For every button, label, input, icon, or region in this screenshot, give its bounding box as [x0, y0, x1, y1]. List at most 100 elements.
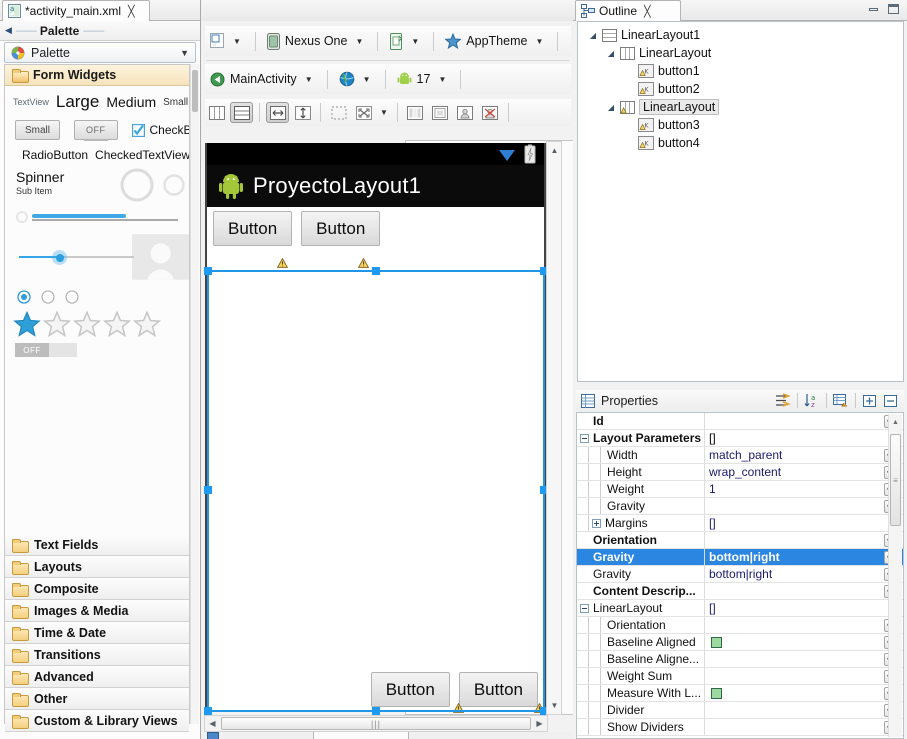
- property-value-cell[interactable]: [705, 685, 884, 701]
- imageview-icon[interactable]: [131, 232, 189, 282]
- palette-category-images-media[interactable]: Images & Media: [5, 600, 189, 622]
- twisty-expanded-icon[interactable]: ◢: [606, 103, 616, 112]
- property-row[interactable]: Show Dividers•••: [577, 719, 903, 736]
- h-scrollbar-thumb[interactable]: |||: [221, 717, 531, 730]
- widget-textview[interactable]: TextView: [13, 97, 49, 107]
- property-value-cell[interactable]: [705, 498, 884, 514]
- twisty-expanded-icon[interactable]: ◢: [588, 31, 598, 40]
- property-value-cell[interactable]: []: [705, 600, 884, 616]
- device-button-1[interactable]: Button: [213, 211, 293, 246]
- widget-spinner-label[interactable]: Spinner: [16, 170, 64, 185]
- default-properties-icon[interactable]: [833, 393, 849, 408]
- collapse-all-icon[interactable]: [883, 394, 898, 408]
- expander-minus-icon[interactable]: [580, 433, 589, 443]
- property-value-cell[interactable]: bottom|right: [705, 566, 884, 582]
- show-included-button[interactable]: [404, 102, 427, 123]
- chevron-down-icon[interactable]: ▼: [230, 37, 244, 46]
- property-checkbox[interactable]: [711, 687, 722, 699]
- chevron-down-icon[interactable]: ▼: [532, 37, 546, 46]
- toggle-columns-button[interactable]: [205, 102, 228, 123]
- checkbox-checked-icon[interactable]: [131, 123, 145, 137]
- property-row[interactable]: Baseline Aligne...•••: [577, 651, 903, 668]
- widget-small-text[interactable]: Small: [163, 97, 188, 108]
- property-row[interactable]: Content Descrip...•••: [577, 583, 903, 600]
- progressbar-horizontal-icon[interactable]: [32, 213, 178, 221]
- device-button-2[interactable]: Button: [301, 211, 381, 246]
- theme-selector[interactable]: AppTheme ▼: [440, 30, 551, 53]
- properties-scrollbar[interactable]: ▲ ≡: [888, 414, 902, 737]
- selection-handle-bottom-center[interactable]: [372, 707, 380, 715]
- property-value-cell[interactable]: match_parent: [705, 447, 884, 463]
- property-row[interactable]: Measure With L...•••: [577, 685, 903, 702]
- device-button-3[interactable]: Button: [370, 672, 450, 707]
- zoom-fit-button[interactable]: [352, 102, 375, 123]
- canvas-vertical-scrollbar[interactable]: ▲ ▼: [546, 141, 562, 715]
- palette-category-layouts[interactable]: Layouts: [5, 556, 189, 578]
- widget-togglebutton[interactable]: OFF: [74, 120, 118, 140]
- property-row[interactable]: Heightwrap_content•••: [577, 464, 903, 481]
- chevron-down-icon[interactable]: ▼: [408, 37, 422, 46]
- device-button-4[interactable]: Button: [458, 672, 538, 707]
- tab-outline[interactable]: Outline ╳: [575, 0, 681, 21]
- orientation-selector[interactable]: ▼: [384, 30, 427, 53]
- widget-radiobutton-label[interactable]: RadioButton: [22, 148, 88, 162]
- property-checkbox[interactable]: [711, 636, 722, 648]
- chevron-down-icon[interactable]: ▼: [435, 75, 449, 84]
- layout-config-button[interactable]: ▼: [205, 30, 249, 53]
- chevron-down-icon[interactable]: ▼: [302, 75, 316, 84]
- outline-node-button1[interactable]: K button1: [578, 62, 903, 80]
- property-value-cell[interactable]: [705, 719, 884, 735]
- palette-category-text-fields[interactable]: Text Fields: [5, 534, 189, 556]
- property-row[interactable]: Margins []: [577, 515, 903, 532]
- outline-node-button4[interactable]: K button4: [578, 134, 903, 152]
- property-row[interactable]: Weight1•••: [577, 481, 903, 498]
- property-row[interactable]: Orientation•••: [577, 532, 903, 549]
- outline-node-linearlayout-b[interactable]: ◢ LinearLayout: [578, 98, 903, 116]
- maximize-view-button[interactable]: [887, 3, 901, 15]
- property-row[interactable]: Widthmatch_parent•••: [577, 447, 903, 464]
- progressbar-small-icon[interactable]: [162, 173, 186, 197]
- property-row[interactable]: Orientation•••: [577, 617, 903, 634]
- render-person-disabled-button[interactable]: [479, 102, 502, 123]
- palette-category-custom-library-views[interactable]: Custom & Library Views: [5, 710, 189, 732]
- device-selector[interactable]: Nexus One ▼: [262, 30, 371, 53]
- show-advanced-icon[interactable]: [775, 393, 791, 408]
- api-level-selector[interactable]: 17 ▼: [392, 68, 455, 91]
- selection-handle-top-center[interactable]: [372, 267, 380, 275]
- tab-close-icon[interactable]: ╳: [644, 5, 651, 18]
- sort-alphabetically-icon[interactable]: a z: [804, 393, 820, 408]
- outline-node-button2[interactable]: K button2: [578, 80, 903, 98]
- property-value-cell[interactable]: [705, 702, 884, 718]
- property-row[interactable]: Id•••: [577, 413, 903, 430]
- property-row[interactable]: Divider•••: [577, 702, 903, 719]
- selection-handle-bottom-left[interactable]: [204, 707, 212, 715]
- tab-close-icon[interactable]: ╳: [128, 5, 135, 18]
- property-value-cell[interactable]: wrap_content: [705, 464, 884, 480]
- locale-selector[interactable]: ▼: [334, 68, 379, 91]
- property-row[interactable]: Weight Sum•••: [577, 668, 903, 685]
- scroll-up-arrow-icon[interactable]: ▲: [547, 143, 562, 158]
- palette-collapse-icon[interactable]: ◀: [5, 25, 12, 36]
- chevron-down-icon[interactable]: ▼: [180, 48, 189, 58]
- scroll-right-arrow-icon[interactable]: ▶: [532, 716, 547, 731]
- device-top-linearlayout[interactable]: Button Button: [207, 207, 544, 246]
- scroll-up-arrow-icon[interactable]: ▲: [891, 416, 900, 429]
- property-row[interactable]: Gravitybottom|right•••: [577, 549, 903, 566]
- minimize-view-button[interactable]: [867, 3, 881, 15]
- selection-handle-top-left[interactable]: [204, 267, 212, 275]
- selection-handle-mid-left[interactable]: [204, 486, 212, 494]
- property-value-cell[interactable]: [705, 532, 884, 548]
- palette-category-form-widgets[interactable]: Form Widgets: [5, 65, 189, 86]
- widget-medium-text[interactable]: Medium: [106, 94, 156, 110]
- property-row[interactable]: Gravitybottom|right•••: [577, 566, 903, 583]
- toggle-rows-button[interactable]: [230, 102, 253, 123]
- canvas-horizontal-scrollbar[interactable]: ◀ ||| ▶: [204, 715, 548, 732]
- chevron-down-icon[interactable]: ▼: [352, 37, 366, 46]
- palette-dropdown-header[interactable]: Palette ▼: [4, 42, 196, 63]
- switch-widget-icon[interactable]: OFF: [15, 343, 77, 357]
- scroll-down-arrow-icon[interactable]: ▼: [547, 698, 562, 713]
- palette-category-composite[interactable]: Composite: [5, 578, 189, 600]
- property-row[interactable]: Baseline Aligned•••: [577, 634, 903, 651]
- widget-checkbox-label[interactable]: CheckBox: [150, 123, 189, 137]
- palette-category-transitions[interactable]: Transitions: [5, 644, 189, 666]
